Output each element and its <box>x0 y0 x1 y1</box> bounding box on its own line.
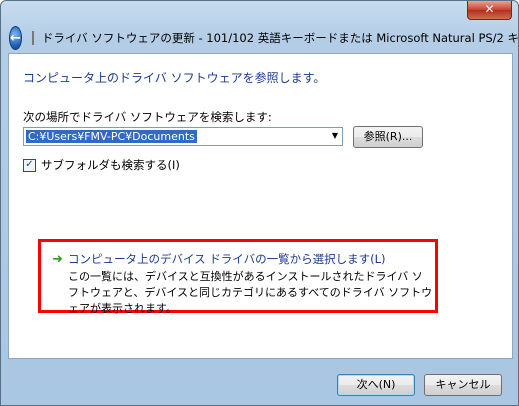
include-subfolders-checkbox[interactable]: ✓ <box>23 158 36 172</box>
include-subfolders-label[interactable]: サブフォルダも検索する(I) <box>41 157 180 173</box>
cancel-button[interactable]: キャンセル <box>424 374 502 396</box>
back-button[interactable]: ← <box>9 26 22 50</box>
pick-from-list-description: この一覧には、デバイスと互換性があるインストールされたドライバ ソフトウェアと、… <box>68 270 433 315</box>
wizard-header: ← ドライバ ソフトウェアの更新 - 101/102 英語キーボードまたは Mi… <box>1 23 518 53</box>
dropdown-arrow-icon[interactable]: ▼ <box>332 131 338 140</box>
search-path-combobox[interactable]: C:¥Users¥FMV-PC¥Documents ▼ <box>23 127 343 146</box>
window-title: ドライバ ソフトウェアの更新 - 101/102 英語キーボードまたは Micr… <box>41 31 519 45</box>
search-location-label: 次の場所でドライバ ソフトウェアを検索します: <box>23 110 272 124</box>
driver-update-window: ✕ ← ドライバ ソフトウェアの更新 - 101/102 英語キーボードまたは … <box>0 0 519 406</box>
green-arrow-icon: ➜ <box>52 252 63 267</box>
include-subfolders-option[interactable]: ✓ サブフォルダも検索する(I) <box>23 157 180 173</box>
highlight-box: ➜ コンピュータ上のデバイス ドライバの一覧から選択します(L) この一覧には、… <box>38 239 438 315</box>
close-button[interactable]: ✕ <box>467 1 512 20</box>
page-heading: コンピュータ上のドライバ ソフトウェアを参照します。 <box>23 71 326 85</box>
search-path-value[interactable]: C:¥Users¥FMV-PC¥Documents <box>26 130 197 143</box>
pick-from-list-link[interactable]: コンピュータ上のデバイス ドライバの一覧から選択します(L) <box>68 251 385 267</box>
driver-icon <box>31 31 34 45</box>
browse-button[interactable]: 参照(R)... <box>353 126 423 148</box>
content-panel: コンピュータ上のドライバ ソフトウェアを参照します。 次の場所でドライバ ソフト… <box>8 53 513 359</box>
next-button[interactable]: 次へ(N) <box>337 374 415 396</box>
